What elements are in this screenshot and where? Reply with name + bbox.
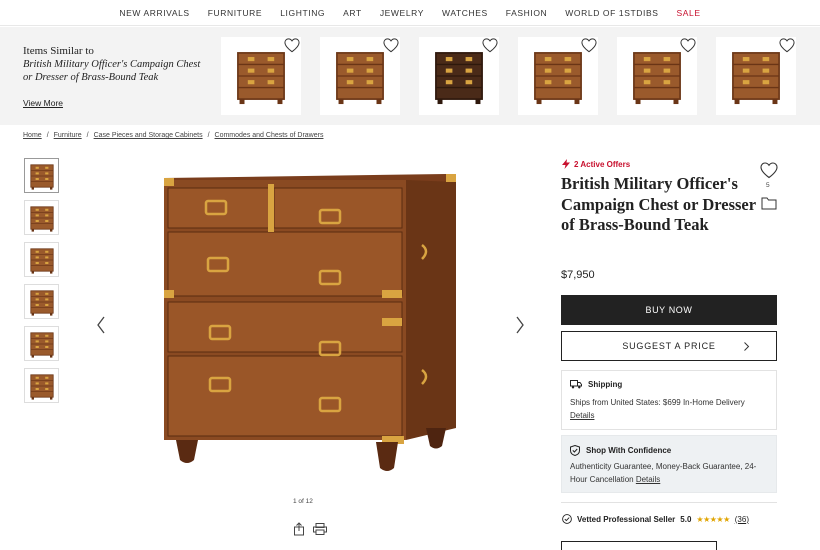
similar-item-thumbnail[interactable] <box>320 37 400 115</box>
nav-jewelry[interactable]: JEWELRY <box>380 8 424 18</box>
suggest-a-price-button[interactable]: SUGGEST A PRICE <box>561 331 777 361</box>
secondary-button-partial[interactable] <box>561 541 717 550</box>
chevron-right-icon[interactable] <box>514 315 526 335</box>
nav-fashion[interactable]: FASHION <box>506 8 548 18</box>
active-offers[interactable]: 2 Active Offers <box>562 159 630 169</box>
gallery-thumbnail-image <box>29 205 54 232</box>
shipping-text: Ships from United States: $699 In-Home D… <box>570 398 745 407</box>
shipping-info: Ships from United States: $699 In-Home D… <box>570 397 770 422</box>
confidence-text: Authenticity Guarantee, Money-Back Guara… <box>570 462 757 484</box>
similar-items-heading: Items Similar to British Military Office… <box>23 44 203 84</box>
divider <box>561 502 777 503</box>
gallery-thumbnail-image <box>29 163 54 190</box>
gallery-thumbnail-image <box>29 289 54 316</box>
product-title: British Military Officer's Campaign Ches… <box>561 174 756 234</box>
gallery-thumbnail[interactable] <box>24 326 59 361</box>
nav-world-of-1stdibs[interactable]: WORLD OF 1STDIBS <box>565 8 658 18</box>
shipping-card: Shipping Ships from United States: $699 … <box>561 370 777 430</box>
gallery-thumbnail[interactable] <box>24 242 59 277</box>
gallery-thumbnails <box>24 158 59 403</box>
shipping-heading: Shipping <box>570 380 622 389</box>
gallery-thumbnail-image <box>29 247 54 274</box>
heart-icon[interactable] <box>482 38 498 53</box>
gallery-thumbnail-image <box>29 331 54 358</box>
share-icon[interactable] <box>293 522 305 536</box>
similar-item-thumbnail[interactable] <box>716 37 796 115</box>
nav-furniture[interactable]: FURNITURE <box>208 8 263 18</box>
nav-art[interactable]: ART <box>343 8 362 18</box>
similar-item-thumbnail[interactable] <box>419 37 499 115</box>
gallery-thumbnail[interactable] <box>24 200 59 235</box>
heart-icon[interactable] <box>760 162 778 179</box>
breadcrumb-separator: / <box>86 132 89 139</box>
print-icon[interactable] <box>313 523 327 535</box>
image-counter: 1 of 12 <box>293 498 313 505</box>
gallery-thumbnail[interactable] <box>24 284 59 319</box>
similar-items-product-name: British Military Officer's Campaign Ches… <box>23 59 201 83</box>
product-price: $7,950 <box>561 269 595 281</box>
view-more-link[interactable]: View More <box>23 98 63 108</box>
heart-icon[interactable] <box>680 38 696 53</box>
check-circle-icon <box>562 514 572 524</box>
nav-lighting[interactable]: LIGHTING <box>280 8 325 18</box>
confidence-details-link[interactable]: Details <box>636 475 660 484</box>
nav-new-arrivals[interactable]: NEW ARRIVALS <box>119 8 189 18</box>
similar-item-thumbnail[interactable] <box>617 37 697 115</box>
heart-icon[interactable] <box>779 38 795 53</box>
confidence-info: Authenticity Guarantee, Money-Back Guara… <box>570 461 770 486</box>
chevron-left-icon[interactable] <box>95 315 107 335</box>
confidence-title: Shop With Confidence <box>586 446 672 455</box>
suggest-a-price-label: SUGGEST A PRICE <box>622 341 716 351</box>
confidence-heading: Shop With Confidence <box>570 445 671 456</box>
reviews-link[interactable]: (36) <box>735 515 749 524</box>
favorite-count: 5 <box>766 182 770 189</box>
folder-icon[interactable] <box>761 196 777 210</box>
heart-icon[interactable] <box>581 38 597 53</box>
seller-label: Vetted Professional Seller <box>577 514 676 524</box>
star-rating: ★★★★★ <box>696 514 730 524</box>
nav-sale[interactable]: SALE <box>677 8 701 18</box>
breadcrumb-case-pieces[interactable]: Case Pieces and Storage Cabinets <box>94 132 203 139</box>
breadcrumb-home[interactable]: Home <box>23 132 42 139</box>
similar-items-strip: Items Similar to British Military Office… <box>0 27 820 125</box>
truck-icon <box>570 380 582 389</box>
gallery-thumbnail[interactable] <box>24 158 59 193</box>
top-nav: NEW ARRIVALS FURNITURE LIGHTING ART JEWE… <box>0 0 820 26</box>
main-product-image[interactable] <box>150 160 475 490</box>
nav-watches[interactable]: WATCHES <box>442 8 488 18</box>
breadcrumb-separator: / <box>46 132 49 139</box>
heart-icon[interactable] <box>383 38 399 53</box>
breadcrumb-commodes[interactable]: Commodes and Chests of Drawers <box>215 132 324 139</box>
buy-now-button[interactable]: BUY NOW <box>561 295 777 325</box>
shield-check-icon <box>570 445 580 456</box>
similar-items-title: Items Similar to <box>23 45 94 57</box>
seller-rating: Vetted Professional Seller 5.0 ★★★★★ (36… <box>562 514 749 524</box>
heart-icon[interactable] <box>284 38 300 53</box>
lightning-icon <box>562 159 570 169</box>
breadcrumb: Home / Furniture / Case Pieces and Stora… <box>23 132 323 139</box>
chevron-right-icon <box>744 342 750 351</box>
seller-score: 5.0 <box>680 514 692 524</box>
gallery-thumbnail[interactable] <box>24 368 59 403</box>
similar-thumbnails <box>221 37 796 115</box>
active-offers-label: 2 Active Offers <box>574 159 631 169</box>
similar-item-thumbnail[interactable] <box>221 37 301 115</box>
breadcrumb-furniture[interactable]: Furniture <box>54 132 82 139</box>
similar-item-thumbnail[interactable] <box>518 37 598 115</box>
breadcrumb-separator: / <box>207 132 210 139</box>
shop-with-confidence-card: Shop With Confidence Authenticity Guaran… <box>561 435 777 493</box>
gallery-thumbnail-image <box>29 373 54 400</box>
shipping-title: Shipping <box>588 380 623 389</box>
shipping-details-link[interactable]: Details <box>570 410 770 423</box>
